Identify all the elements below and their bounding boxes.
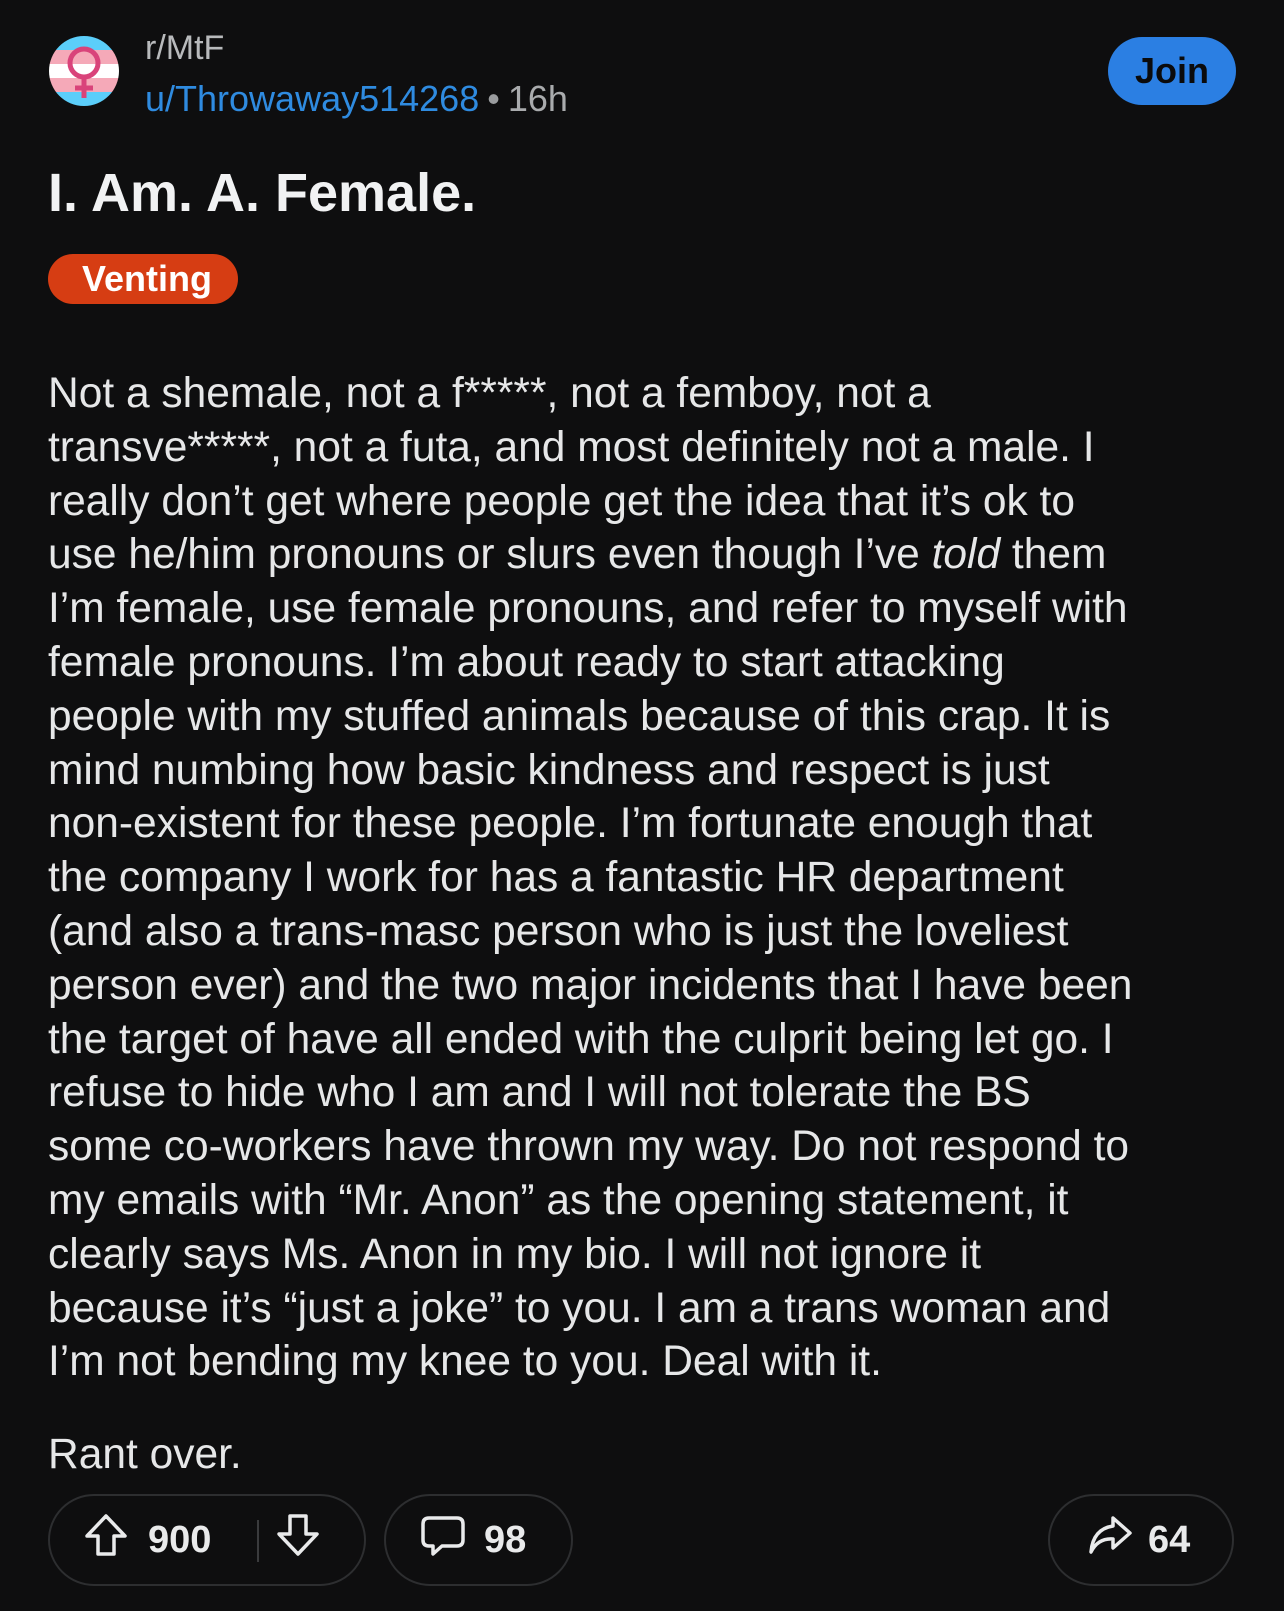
- body-line: (and also a trans-masc person who is jus…: [48, 907, 1069, 955]
- body-line: the target of have all ended with the cu…: [48, 1015, 1114, 1063]
- byline-separator: •: [487, 78, 500, 119]
- author-username[interactable]: u/Throwaway514268: [145, 78, 479, 119]
- comment-bubble-icon: [419, 1511, 467, 1569]
- share-count: 64: [1148, 1519, 1191, 1561]
- share-arrow-icon: [1086, 1511, 1134, 1569]
- vote-count: 900: [148, 1519, 212, 1561]
- body-line: the company I work for has a fantastic H…: [48, 854, 1064, 902]
- post-body: Not a shemale, not a f*****, not a fembo…: [48, 367, 1258, 1389]
- post-closing-line: Rant over.: [48, 1431, 242, 1478]
- upvote-arrow-icon[interactable]: [82, 1511, 130, 1569]
- vote-divider: [257, 1520, 259, 1562]
- post-title[interactable]: I. Am. A. Female.: [48, 160, 476, 226]
- body-line: mind numbing how basic kindness and resp…: [48, 746, 1050, 794]
- trans-flag-female-symbol-icon: [49, 36, 119, 106]
- join-button[interactable]: Join: [1108, 37, 1236, 105]
- emphasized-word: told: [931, 531, 1001, 579]
- share-button[interactable]: 64: [1048, 1494, 1234, 1586]
- post-time: 16h: [507, 78, 568, 119]
- body-line: I’m female, use female pronouns, and ref…: [48, 585, 1128, 633]
- body-text-segment: use he/him pronouns or slurs even though…: [48, 531, 932, 579]
- body-line: Not a shemale, not a f*****, not a fembo…: [48, 370, 931, 417]
- downvote-arrow-icon[interactable]: [274, 1511, 322, 1569]
- body-line: refuse to hide who I am and I will not t…: [48, 1069, 1031, 1117]
- subreddit-name[interactable]: r/MtF: [145, 28, 568, 68]
- body-line: female pronouns. I’m about ready to star…: [48, 638, 1005, 686]
- body-line-with-emphasis: use he/him pronouns or slurs even though…: [48, 528, 1258, 582]
- comments-button[interactable]: 98: [384, 1494, 573, 1586]
- body-line: I’m not bending my knee to you. Deal wit…: [48, 1338, 882, 1386]
- body-line: really don’t get where people get the id…: [48, 477, 1075, 525]
- subreddit-avatar[interactable]: [49, 36, 119, 106]
- body-line: some co-workers have thrown my way. Do n…: [48, 1123, 1130, 1171]
- body-line: my emails with “Mr. Anon” as the opening…: [48, 1176, 1069, 1224]
- post-meta: r/MtF u/Throwaway514268 • 16h: [145, 28, 568, 120]
- comment-count: 98: [484, 1519, 527, 1561]
- body-text-segment: them: [1000, 531, 1107, 579]
- body-line: clearly says Ms. Anon in my bio. I will …: [48, 1230, 982, 1278]
- body-line: non-existent for these people. I’m fortu…: [48, 800, 1093, 848]
- post-header: r/MtF u/Throwaway514268 • 16h Join: [48, 28, 1236, 120]
- body-line: because it’s “just a joke” to you. I am …: [48, 1284, 1111, 1332]
- body-line: person ever) and the two major incidents…: [48, 961, 1133, 1009]
- byline: u/Throwaway514268 • 16h: [145, 78, 568, 120]
- post-flair[interactable]: Venting: [48, 254, 239, 304]
- vote-bar: 900: [48, 1494, 366, 1586]
- body-line: people with my stuffed animals because o…: [48, 692, 1111, 740]
- body-line: transve*****, not a futa, and most defin…: [48, 423, 1095, 471]
